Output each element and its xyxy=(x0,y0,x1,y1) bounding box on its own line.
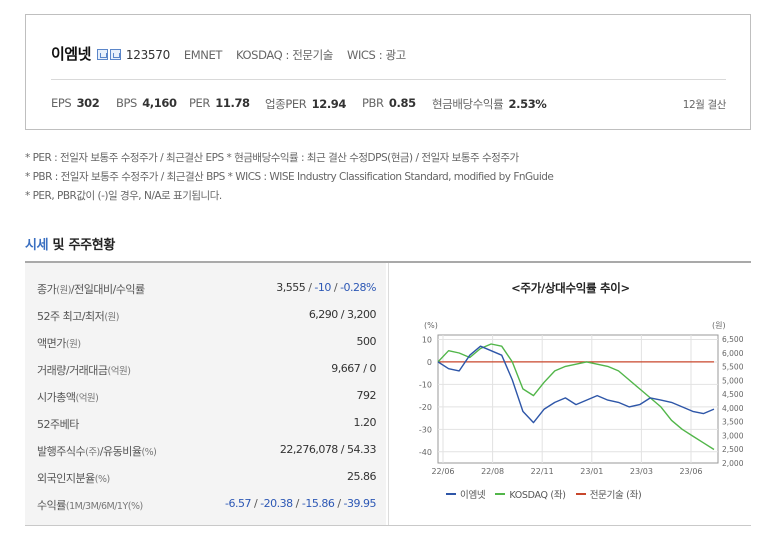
y-right-tick-label: 5,000 xyxy=(722,376,744,385)
stat-row-beta: 52주베타 1.20 xyxy=(37,416,376,431)
stat-row-market-cap: 시가총액(억원) 792 xyxy=(37,389,376,404)
stat-row-foreign-ownership: 외국인지분율(%) 25.86 xyxy=(37,470,377,485)
x-tick-label: 22/06 xyxy=(431,467,454,476)
y-left-tick-label: -20 xyxy=(419,403,432,412)
y-right-tick-label: 3,500 xyxy=(722,418,744,427)
y-right-tick-label: 3,000 xyxy=(722,431,744,440)
y-left-tick-label: -30 xyxy=(419,425,432,434)
legend-label-1: KOSDAQ (좌) xyxy=(509,490,566,501)
footnote-pbr: * PBR : 전일자 보통주 수정주가 / 최근결산 BPS * WICS :… xyxy=(25,171,554,183)
price-chart-panel: <주가/상대수익률 추이> 10 0 -10 -20 -30 -40 6,500 6,000 5… xyxy=(388,263,751,525)
company-header: 이엠넷 123570 EMNET KOSDAQ : 전문기술 WICS : 광고 xyxy=(51,43,406,63)
home-icon[interactable] xyxy=(96,49,108,60)
legend-item-2: 전문기술 (좌) xyxy=(575,487,642,501)
stat-row-returns: 수익률(1M/3M/6M/1Y(%) -6.57 / -20.38 / -15.… xyxy=(37,497,377,512)
y-right-tick-label: 4,500 xyxy=(722,390,744,399)
metric-pbr: PBR 0.85 xyxy=(362,96,416,110)
footnote-negative: * PER, PBR값이 (-)일 경우, N/A로 표기됩니다. xyxy=(25,190,222,202)
plot-area xyxy=(437,334,719,464)
legend-item-0: 이엠넷 xyxy=(446,487,486,501)
x-tick-label: 22/08 xyxy=(481,467,504,476)
legend-label-0: 이엠넷 xyxy=(460,490,486,501)
stat-row-close: 종가(원)/전일대비/수익률 3,555 / -10 / -0.28% xyxy=(37,281,376,296)
company-name[interactable]: 이엠넷 xyxy=(51,43,91,64)
y-left-tick-label: -40 xyxy=(419,448,432,457)
legend-label-2: 전문기술 (좌) xyxy=(589,490,642,501)
legend-swatch-1 xyxy=(495,493,506,495)
y-right-tick-label: 2,500 xyxy=(722,445,744,454)
summary-divider xyxy=(51,79,726,80)
company-summary: 이엠넷 123570 EMNET KOSDAQ : 전문기술 WICS : 광고… xyxy=(25,14,751,130)
y-right-unit: (원) xyxy=(712,321,726,330)
y-left-tick-label: -10 xyxy=(419,380,432,389)
price-stats-table: 종가(원)/전일대비/수익률 3,555 / -10 / -0.28% 52주 … xyxy=(25,263,386,525)
y-left-tick-label: 10 xyxy=(422,335,432,344)
home-icon-secondary[interactable] xyxy=(109,49,121,60)
section-title: 시세 및 주주현황 xyxy=(25,238,116,253)
chart-legend: 이엠넷 KOSDAQ (좌) 전문기술 (좌) xyxy=(446,487,651,501)
metric-row: EPS 302 BPS 4,160 PER 11.78 업종PER 12.94 … xyxy=(51,96,726,112)
metric-eps: EPS 302 xyxy=(51,96,100,110)
market-sector: KOSDAQ : 전문기술 xyxy=(236,48,333,62)
stat-row-volume: 거래량/거래대금(억원) 9,667 / 0 xyxy=(37,362,376,377)
metric-per: PER 11.78 xyxy=(189,96,250,110)
footnotes: * PER : 전일자 보통주 수정주가 / 최근결산 EPS * 현금배당수익… xyxy=(25,149,554,206)
stat-row-par-value: 액면가(원) 500 xyxy=(37,335,376,350)
y-left-unit: (%) xyxy=(424,321,438,330)
company-english-name: EMNET xyxy=(183,48,223,62)
y-right-tick-label: 6,000 xyxy=(722,349,744,358)
stat-row-52w-range: 52주 최고/최저(원) 6,290 / 3,200 xyxy=(37,308,377,323)
y-left-tick-label: 0 xyxy=(427,358,432,367)
price-section: 종가(원)/전일대비/수익률 3,555 / -10 / -0.28% 52주 … xyxy=(25,261,751,526)
y-right-tick-label: 5,500 xyxy=(722,363,744,372)
metric-industry-per: 업종PER 12.94 xyxy=(265,97,347,111)
legend-swatch-0 xyxy=(446,493,456,495)
metric-dividend-yield: 현금배당수익률 2.53% xyxy=(432,97,547,111)
legend-item-1: KOSDAQ (좌) xyxy=(495,487,566,501)
stat-row-shares: 발행주식수(주)/유동비율(%) 22,276,078 / 54.33 xyxy=(37,443,377,458)
x-tick-label: 23/06 xyxy=(679,467,702,476)
metric-bps: BPS 4,160 xyxy=(116,96,177,110)
company-code: 123570 xyxy=(125,48,170,62)
x-tick-label: 23/03 xyxy=(630,467,653,476)
legend-swatch-2 xyxy=(575,493,586,495)
y-right-tick-label: 4,000 xyxy=(722,404,744,413)
price-relative-return-chart: 10 0 -10 -20 -30 -40 6,500 6,000 5,500 5,000 4,500… xyxy=(419,321,744,476)
x-tick-label: 23/01 xyxy=(580,467,603,476)
wics-sector: WICS : 광고 xyxy=(346,48,406,62)
settlement-month: 12월 결산 xyxy=(682,99,727,111)
y-right-tick-label: 2,000 xyxy=(722,459,744,468)
x-tick-label: 22/11 xyxy=(531,467,554,476)
y-right-tick-label: 6,500 xyxy=(722,335,744,344)
footnote-per: * PER : 전일자 보통주 수정주가 / 최근결산 EPS * 현금배당수익… xyxy=(25,152,519,164)
